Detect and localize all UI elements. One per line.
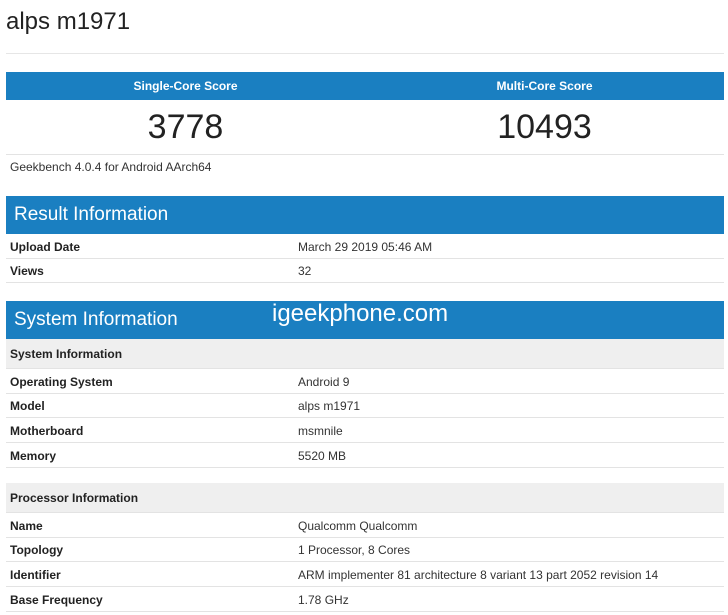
score-header-bar: Single-Core Score Multi-Core Score: [6, 72, 724, 100]
row-key: Identifier: [10, 568, 61, 582]
row-value: Qualcomm Qualcomm: [298, 519, 418, 533]
system-subheader: System Information: [6, 339, 724, 369]
row-value: 1.78 GHz: [298, 593, 349, 607]
processor-subheader: Processor Information: [6, 483, 724, 513]
table-row: Base Frequency 1.78 GHz: [6, 588, 724, 612]
title-divider: [6, 53, 724, 54]
row-key: Views: [10, 264, 44, 278]
row-key: Name: [10, 519, 43, 533]
row-value: msmnile: [298, 424, 343, 438]
geekbench-version: Geekbench 4.0.4 for Android AArch64: [10, 160, 212, 174]
table-row: Memory 5520 MB: [6, 444, 724, 468]
table-row: Views 32: [6, 259, 724, 283]
row-value: Android 9: [298, 375, 350, 389]
row-key: Topology: [10, 543, 64, 557]
multi-core-label: Multi-Core Score: [496, 79, 593, 93]
single-core-score: 3778: [147, 108, 224, 146]
row-key: Model: [10, 399, 45, 413]
table-row: Upload Date March 29 2019 05:46 AM: [6, 235, 724, 259]
table-row: Operating System Android 9: [6, 370, 724, 394]
single-core-label: Single-Core Score: [133, 79, 238, 93]
table-row: Identifier ARM implementer 81 architectu…: [6, 563, 724, 587]
row-value: 32: [298, 264, 312, 278]
row-key: Upload Date: [10, 240, 81, 254]
table-row: Name Qualcomm Qualcomm: [6, 514, 724, 538]
table-row: Model alps m1971: [6, 394, 724, 418]
row-key: Operating System: [10, 375, 113, 389]
row-value: 5520 MB: [298, 449, 347, 463]
row-key: Memory: [10, 449, 57, 463]
row-value: 1 Processor, 8 Cores: [298, 543, 411, 557]
multi-core-score: 10493: [497, 108, 592, 146]
row-value: ARM implementer 81 architecture 8 varian…: [298, 568, 659, 582]
device-title: alps m1971: [6, 8, 131, 35]
row-key: Base Frequency: [10, 593, 103, 607]
table-row: Motherboard msmnile: [6, 419, 724, 443]
row-value: March 29 2019 05:46 AM: [298, 240, 433, 254]
table-row: Topology 1 Processor, 8 Cores: [6, 538, 724, 562]
row-value: alps m1971: [298, 399, 361, 413]
row-key: Motherboard: [10, 424, 84, 438]
result-information-header: Result Information: [6, 196, 724, 234]
score-values: 3778 10493: [6, 100, 724, 155]
geekbench-result-page: alps m1971 Single-Core Score Multi-Core …: [0, 0, 728, 615]
watermark-text: igeekphone.com: [272, 300, 449, 327]
